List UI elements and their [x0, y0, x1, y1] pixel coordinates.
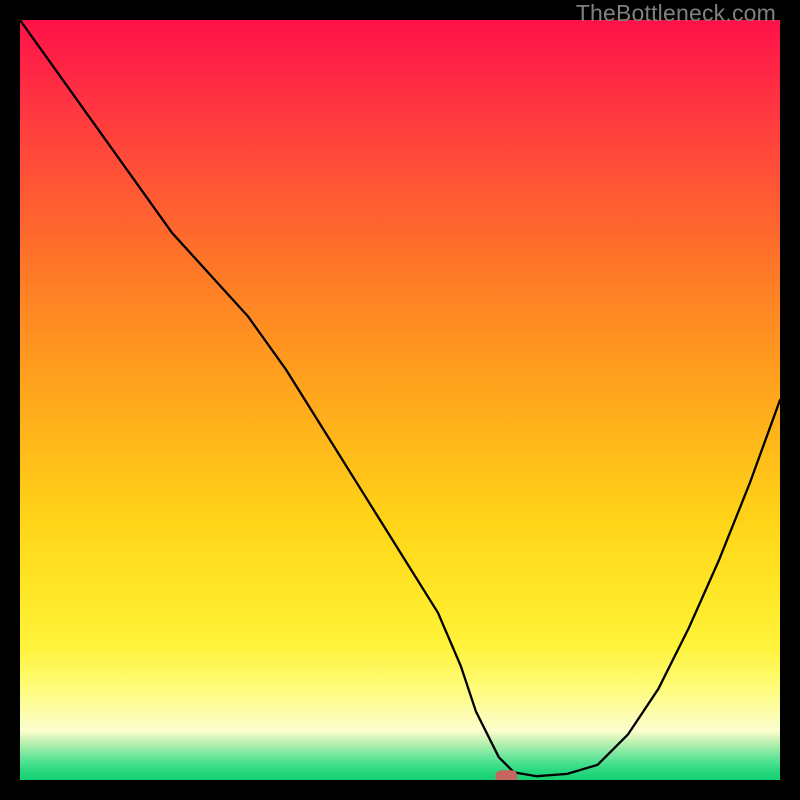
watermark-text: TheBottleneck.com [576, 0, 776, 27]
chart-frame: TheBottleneck.com [0, 0, 800, 800]
curve-path [20, 20, 780, 776]
curve-svg [20, 20, 780, 780]
plot-area [20, 20, 780, 780]
dip-marker [495, 770, 517, 780]
